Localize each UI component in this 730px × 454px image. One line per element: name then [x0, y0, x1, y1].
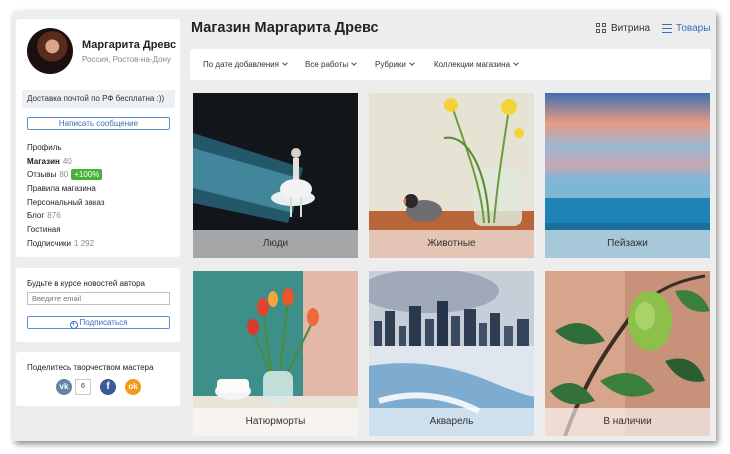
category-tile-still-life[interactable]: Натюрморты	[193, 271, 358, 436]
category-tile-animals[interactable]: Животные	[369, 93, 534, 258]
category-tile-landscapes[interactable]: Пейзажи	[545, 93, 710, 258]
shop-count: 40	[62, 156, 72, 166]
blog-count: 876	[47, 211, 61, 221]
filter-sort-date[interactable]: По дате добавления	[203, 60, 288, 69]
subscribers-count: 1 292	[74, 238, 95, 248]
filter-categories[interactable]: Рубрики	[375, 60, 415, 69]
category-label: Животные	[369, 230, 534, 258]
menu-item-shop[interactable]: Магазин 40	[27, 155, 105, 169]
delivery-note: Доставка почтой по РФ бесплатна :))	[22, 90, 175, 108]
chevron-down-icon	[351, 60, 358, 66]
category-tile-people[interactable]: Люди	[193, 93, 358, 258]
profile-card: Маргарита Древс Россия, Ростов-на-Дону Д…	[16, 19, 180, 257]
menu-item-personal-order[interactable]: Персональный заказ	[27, 196, 105, 210]
odnoklassniki-icon[interactable]: ok	[125, 379, 141, 395]
view-goods-button[interactable]: Товары	[662, 23, 710, 34]
filter-bar: По дате добавления Все работы Рубрики Ко…	[190, 49, 711, 80]
chevron-down-icon	[409, 60, 415, 66]
menu-item-reviews[interactable]: Отзывы 80 +100%	[27, 168, 105, 182]
avatar[interactable]	[27, 28, 73, 74]
vk-share-count: 6	[75, 379, 91, 395]
send-message-button[interactable]: Написать сообщение	[27, 117, 170, 130]
category-label: Пейзажи	[545, 230, 710, 258]
filter-collections[interactable]: Коллекции магазина	[434, 60, 519, 69]
view-vitrina-button[interactable]: Витрина	[596, 23, 650, 34]
vk-icon[interactable]: vk	[56, 379, 72, 395]
reviews-badge: +100%	[71, 169, 103, 181]
subscribe-button[interactable]: + Подписаться	[27, 316, 170, 329]
menu-item-blog[interactable]: Блог 876	[27, 209, 105, 223]
share-card: Поделитесь творчеством мастера vk 6 f ok	[16, 352, 180, 406]
share-title: Поделитесь творчеством мастера	[27, 363, 154, 372]
filter-all-works[interactable]: Все работы	[305, 60, 358, 69]
category-tile-watercolor[interactable]: Акварель	[369, 271, 534, 436]
category-label: В наличии	[545, 408, 710, 436]
newsletter-card: Будьте в курсе новостей автора +Подписат…	[16, 268, 180, 342]
chevron-down-icon	[513, 60, 519, 66]
newsletter-title: Будьте в курсе новостей автора	[27, 279, 145, 288]
page-title: Магазин Маргарита Древс	[191, 20, 379, 36]
category-label: Акварель	[369, 408, 534, 436]
list-icon	[662, 24, 672, 33]
email-field[interactable]	[27, 292, 170, 305]
reviews-count: 80	[59, 170, 69, 180]
shop-page: Маргарита Древс Россия, Ростов-на-Дону Д…	[13, 11, 716, 441]
category-label: Люди	[193, 230, 358, 258]
menu-item-rules[interactable]: Правила магазина	[27, 182, 105, 196]
profile-menu: Профиль Магазин 40 Отзывы 80 +100% Правила …	[27, 141, 105, 251]
menu-item-lounge[interactable]: Гостиная	[27, 223, 105, 237]
plus-icon: +	[69, 321, 78, 329]
facebook-icon[interactable]: f	[100, 379, 116, 395]
grid-icon	[596, 23, 607, 34]
profile-name[interactable]: Маргарита Древс	[82, 39, 176, 51]
category-label: Натюрморты	[193, 408, 358, 436]
category-tile-in-stock[interactable]: В наличии	[545, 271, 710, 436]
profile-location: Россия, Ростов-на-Дону	[82, 55, 171, 64]
menu-item-subscribers[interactable]: Подписчики 1 292	[27, 237, 105, 251]
menu-item-profile[interactable]: Профиль	[27, 141, 105, 155]
chevron-down-icon	[282, 60, 288, 66]
